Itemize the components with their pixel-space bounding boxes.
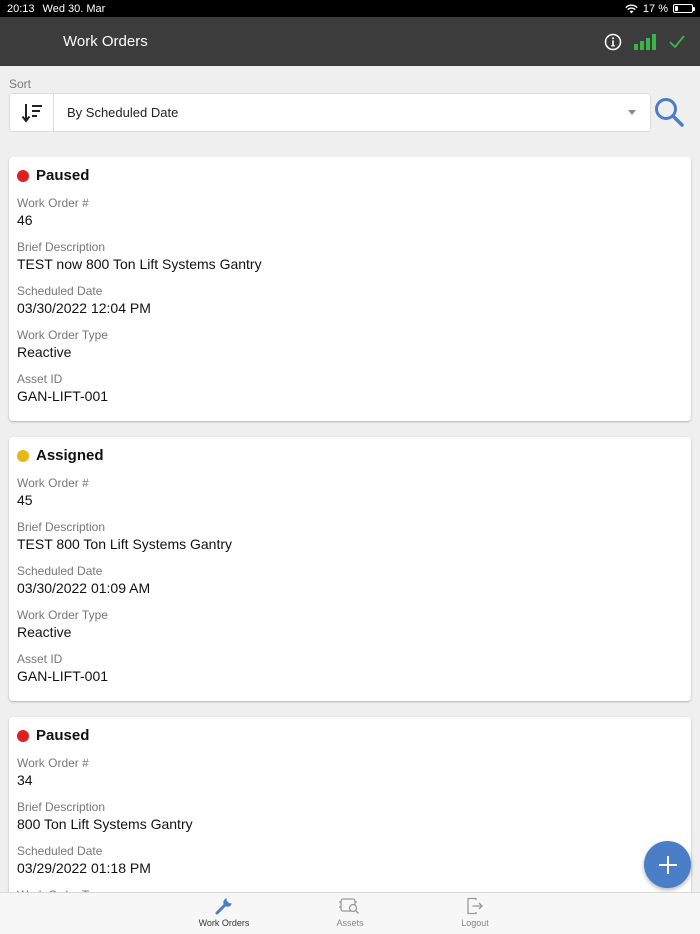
tab-label-work-orders: Work Orders	[198, 918, 250, 928]
scheduled-date-field: Scheduled Date 03/30/2022 12:04 PM	[17, 284, 683, 317]
scheduled-date-label: Scheduled Date	[17, 284, 103, 298]
work-order-number-value: 45	[17, 492, 33, 508]
work-order-number-field: Work Order # 46	[17, 196, 683, 229]
signal-strength-icon	[634, 33, 656, 50]
scheduled-date-label: Scheduled Date	[17, 844, 103, 858]
tab-work-orders[interactable]: Work Orders	[179, 896, 269, 928]
scheduled-date-field: Scheduled Date 03/29/2022 01:18 PM	[17, 844, 683, 877]
tab-bar: Work Orders Assets Logout	[0, 892, 700, 934]
brief-description-field: Brief Description TEST now 800 Ton Lift S…	[17, 240, 683, 273]
work-order-list[interactable]: Paused Work Order # 46 Brief Description TES…	[0, 157, 700, 892]
app-bar-actions	[604, 33, 686, 51]
sort-control: By Scheduled Date	[9, 93, 651, 132]
work-order-card[interactable]: Paused Work Order # 34 Brief Description 800…	[9, 717, 691, 892]
work-order-type-value: Reactive	[17, 624, 72, 640]
scheduled-date-field: Scheduled Date 03/30/2022 01:09 AM	[17, 564, 683, 597]
work-order-number-field: Work Order # 34	[17, 756, 683, 789]
search-icon	[655, 98, 684, 127]
app-bar: Work Orders	[0, 17, 700, 66]
plus-icon	[658, 855, 677, 874]
sort-select[interactable]: By Scheduled Date	[54, 94, 650, 131]
status-row: Assigned	[17, 447, 683, 464]
status-label: Paused	[36, 727, 90, 744]
asset-id-value: GAN-LIFT-001	[17, 668, 109, 684]
tab-logout[interactable]: Logout	[430, 896, 520, 928]
confirm-button[interactable]	[668, 34, 686, 50]
status-dot-icon	[17, 729, 29, 742]
sync-status-button[interactable]	[634, 33, 656, 50]
work-order-number-label: Work Order #	[17, 196, 89, 210]
work-order-card[interactable]: Assigned Work Order # 45 Brief Description T…	[9, 437, 691, 701]
work-order-card[interactable]: Paused Work Order # 46 Brief Description TES…	[9, 157, 691, 421]
info-button[interactable]	[604, 33, 622, 51]
tab-label-assets: Assets	[336, 918, 364, 928]
search-button[interactable]	[653, 96, 685, 128]
add-work-order-button[interactable]	[644, 841, 691, 888]
brief-description-value: TEST 800 Ton Lift Systems Gantry	[17, 536, 233, 552]
chevron-down-icon	[628, 110, 636, 115]
status-date: Wed 30. Mar	[42, 2, 106, 15]
scheduled-date-value: 03/30/2022 12:04 PM	[17, 300, 151, 316]
sort-label: Sort	[9, 77, 32, 91]
wifi-icon	[625, 4, 638, 13]
status-right: 17 %	[625, 2, 695, 15]
status-label: Assigned	[36, 447, 104, 464]
work-order-number-value: 46	[17, 212, 33, 228]
scheduled-date-label: Scheduled Date	[17, 564, 103, 578]
asset-id-field: Asset ID GAN-LIFT-001	[17, 372, 683, 405]
sort-descending-icon	[21, 103, 42, 123]
asset-id-label: Asset ID	[17, 372, 63, 386]
logout-icon	[467, 897, 483, 915]
work-order-number-value: 34	[17, 772, 33, 788]
status-bar: 20:13 Wed 30. Mar 17 %	[0, 0, 700, 17]
work-order-type-label: Work Order Type	[17, 328, 108, 342]
work-order-type-value: Reactive	[17, 344, 72, 360]
brief-description-value: 800 Ton Lift Systems Gantry	[17, 816, 193, 832]
status-row: Paused	[17, 167, 683, 184]
brief-description-label: Brief Description	[17, 240, 106, 254]
work-order-type-field: Work Order Type Reactive	[17, 608, 683, 641]
scheduled-date-value: 03/30/2022 01:09 AM	[17, 580, 151, 596]
status-label: Paused	[36, 167, 90, 184]
brief-description-field: Brief Description 800 Ton Lift Systems Ga…	[17, 800, 683, 833]
asset-id-value: GAN-LIFT-001	[17, 388, 109, 404]
status-row: Paused	[17, 727, 683, 744]
work-order-type-field: Work Order Type Reactive	[17, 328, 683, 361]
status-dot-icon	[17, 449, 29, 462]
brief-description-label: Brief Description	[17, 520, 106, 534]
tab-label-logout: Logout	[461, 918, 489, 928]
status-time: 20:13	[7, 2, 35, 15]
page-title: Work Orders	[63, 33, 148, 50]
brief-description-value: TEST now 800 Ton Lift Systems Gantry	[17, 256, 262, 272]
tab-assets[interactable]: Assets	[305, 896, 395, 928]
asset-search-icon	[339, 898, 359, 914]
brief-description-field: Brief Description TEST 800 Ton Lift Syste…	[17, 520, 683, 553]
info-icon	[604, 33, 622, 50]
wrench-icon	[215, 898, 232, 915]
asset-id-label: Asset ID	[17, 652, 63, 666]
work-order-number-label: Work Order #	[17, 756, 89, 770]
scheduled-date-value: 03/29/2022 01:18 PM	[17, 860, 151, 876]
work-order-type-label: Work Order Type	[17, 608, 108, 622]
checkmark-icon	[669, 34, 685, 48]
work-order-number-field: Work Order # 45	[17, 476, 683, 509]
brief-description-label: Brief Description	[17, 800, 106, 814]
battery-percent: 17 %	[642, 2, 668, 15]
work-order-number-label: Work Order #	[17, 476, 89, 490]
asset-id-field: Asset ID GAN-LIFT-001	[17, 652, 683, 685]
sort-selected-value: By Scheduled Date	[67, 105, 179, 120]
battery-icon	[673, 4, 695, 13]
sort-direction-button[interactable]	[10, 94, 54, 131]
status-dot-icon	[17, 169, 29, 182]
